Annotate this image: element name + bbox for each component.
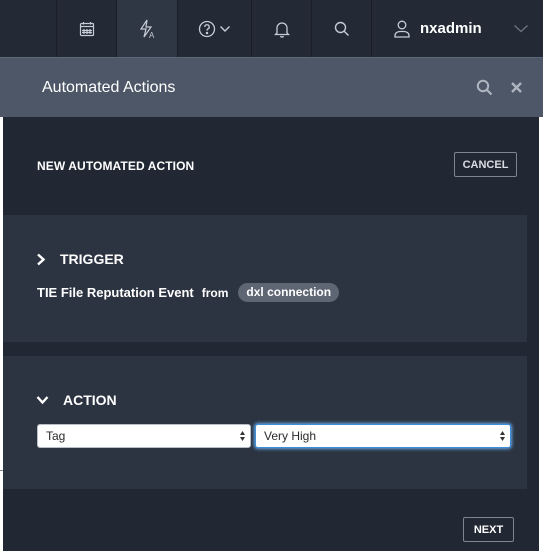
action-section: ACTION Tag Very High xyxy=(3,356,527,489)
select-arrows-icon xyxy=(240,431,245,441)
top-navigation-bar: A nxadmin xyxy=(0,0,543,57)
cancel-button[interactable]: CANCEL xyxy=(454,152,517,177)
action-value-select[interactable]: Very High xyxy=(255,424,511,448)
select-arrows-icon xyxy=(500,431,505,441)
next-button[interactable]: NEXT xyxy=(463,517,514,542)
help-menu-button[interactable] xyxy=(177,0,251,57)
chevron-down-icon xyxy=(36,396,49,405)
trigger-section: TRIGGER TIE File Reputation Event from d… xyxy=(3,215,527,342)
chevron-right-icon xyxy=(37,253,46,265)
form-title: NEW AUTOMATED ACTION xyxy=(37,159,195,173)
divider xyxy=(0,470,3,471)
automated-actions-icon: A xyxy=(139,19,155,39)
search-icon[interactable] xyxy=(476,79,493,96)
panel-title: Automated Actions xyxy=(42,78,176,96)
user-menu[interactable]: nxadmin xyxy=(371,0,543,57)
username: nxadmin xyxy=(420,20,482,37)
trigger-label: TRIGGER xyxy=(60,251,124,267)
close-icon[interactable] xyxy=(510,81,523,94)
svg-text:A: A xyxy=(149,31,155,39)
panel-header-actions xyxy=(476,79,523,96)
help-icon xyxy=(198,20,216,37)
notifications-button[interactable] xyxy=(251,0,311,57)
chevron-down-icon[interactable] xyxy=(513,24,529,33)
user-icon xyxy=(394,20,410,38)
from-label: from xyxy=(201,285,229,300)
action-value-value: Very High xyxy=(264,429,317,443)
search-icon xyxy=(334,21,349,36)
chevron-down-icon xyxy=(220,25,230,32)
automated-actions-nav-button[interactable]: A xyxy=(116,0,177,57)
connection-badge: dxl connection xyxy=(238,283,340,302)
action-type-select[interactable]: Tag xyxy=(37,424,251,448)
global-search-button[interactable] xyxy=(311,0,371,57)
trigger-header[interactable]: TRIGGER xyxy=(36,251,124,267)
trigger-summary: TIE File Reputation Event from dxl conne… xyxy=(37,283,340,302)
panel-header: Automated Actions xyxy=(0,57,543,117)
calendar-nav-button[interactable] xyxy=(56,0,116,57)
action-header[interactable]: ACTION xyxy=(36,392,117,408)
trigger-event-name: TIE File Reputation Event xyxy=(37,285,194,300)
action-label: ACTION xyxy=(63,392,117,408)
bell-icon xyxy=(273,21,290,38)
calendar-icon xyxy=(79,21,94,36)
automated-action-form: NEW AUTOMATED ACTION CANCEL TRIGGER TIE … xyxy=(3,117,539,551)
action-type-value: Tag xyxy=(46,429,66,443)
